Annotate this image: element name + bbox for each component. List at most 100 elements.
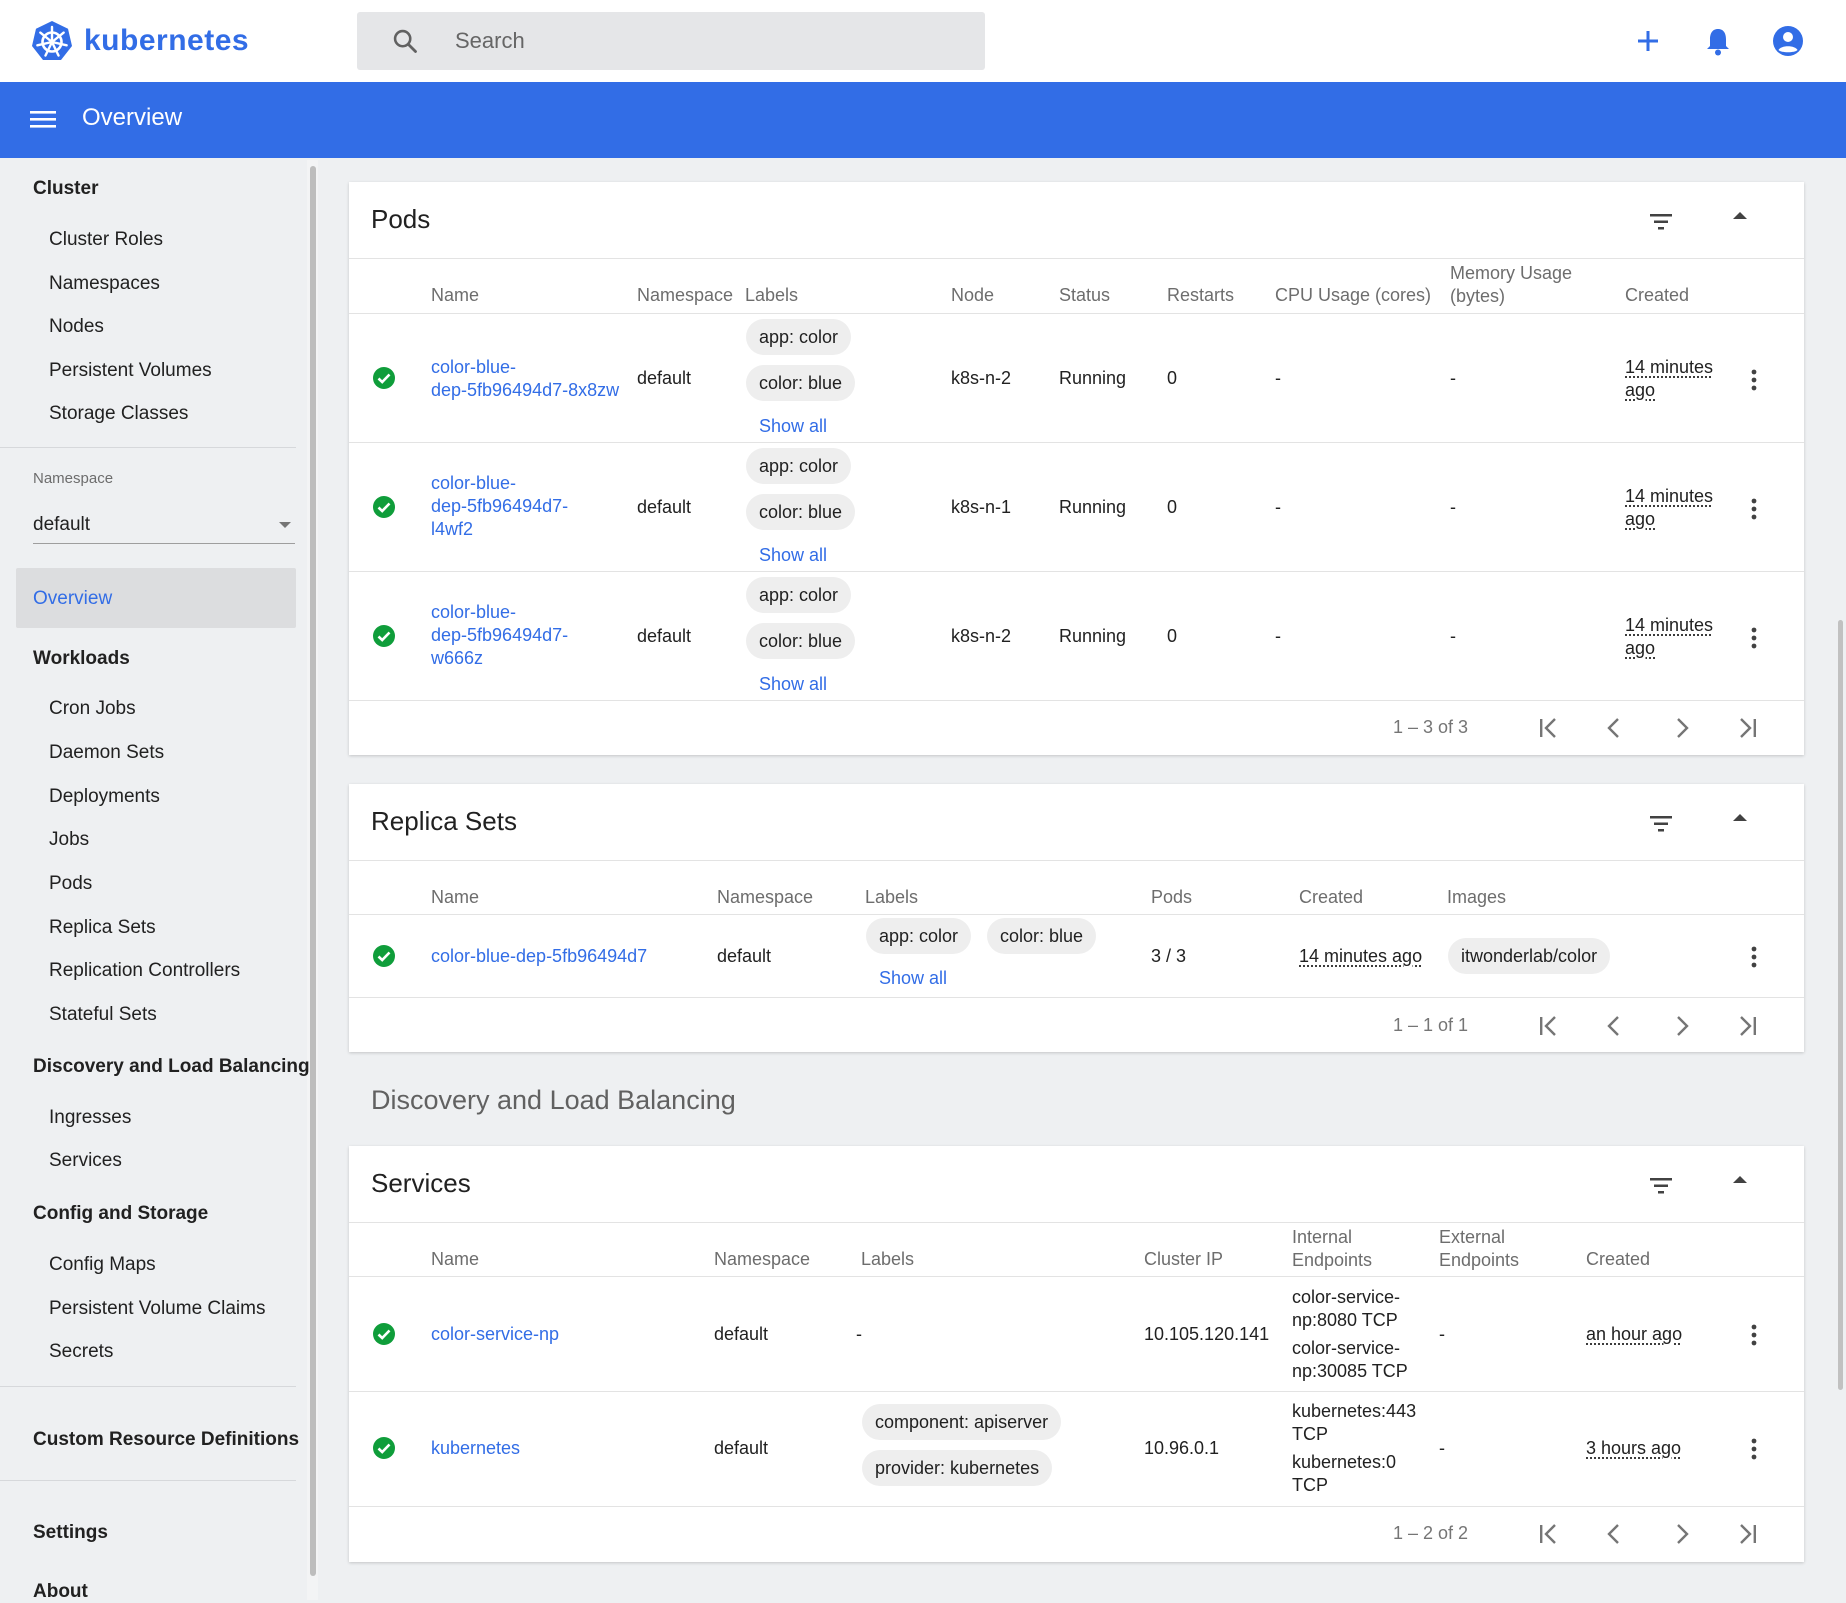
check-circle-icon — [373, 1323, 395, 1345]
show-all-link[interactable]: Show all — [759, 673, 827, 696]
first-page-icon[interactable] — [1535, 714, 1563, 742]
pod-name-link[interactable]: dep-5fb96494d7- — [431, 624, 568, 647]
sidebar-item-daemon-sets[interactable]: Daemon Sets — [49, 742, 164, 764]
pod-name-link[interactable]: l4wf2 — [431, 518, 473, 541]
brand[interactable]: kubernetes — [30, 18, 249, 64]
col-created[interactable]: Created — [1625, 284, 1689, 307]
replica-set-pods: 3 / 3 — [1151, 946, 1187, 966]
sidebar-item-persistent-volume-claims[interactable]: Persistent Volume Claims — [49, 1298, 265, 1320]
col-status[interactable]: Status — [1059, 284, 1110, 307]
kebab-icon[interactable] — [1751, 1323, 1757, 1347]
sidebar-item-secrets[interactable]: Secrets — [49, 1341, 113, 1363]
sidebar-item-overview[interactable]: Overview — [16, 568, 296, 628]
sidebar-item-deployments[interactable]: Deployments — [49, 786, 160, 808]
main-scrollbar-thumb[interactable] — [1838, 620, 1843, 1390]
sidebar-item-nodes[interactable]: Nodes — [49, 316, 104, 338]
prev-page-icon[interactable] — [1601, 1520, 1629, 1548]
prev-page-icon[interactable] — [1601, 1012, 1629, 1040]
kebab-icon[interactable] — [1751, 1437, 1757, 1461]
pod-name-link[interactable]: color-blue- — [431, 356, 516, 379]
col-created[interactable]: Created — [1299, 886, 1363, 909]
kebab-icon[interactable] — [1751, 368, 1757, 392]
sidebar-item-crd[interactable]: Custom Resource Definitions — [33, 1429, 299, 1451]
first-page-icon[interactable] — [1535, 1012, 1563, 1040]
sidebar-item-jobs[interactable]: Jobs — [49, 829, 89, 851]
pod-namespace: default — [637, 497, 692, 517]
menu-icon[interactable] — [28, 104, 58, 134]
next-page-icon[interactable] — [1667, 714, 1695, 742]
sidebar-item-cron-jobs[interactable]: Cron Jobs — [49, 698, 136, 720]
pod-name-link[interactable]: dep-5fb96494d7-8x8zw — [431, 379, 619, 402]
col-cpu[interactable]: CPU Usage (cores) — [1275, 284, 1431, 307]
col-memory-unit: (bytes) — [1450, 286, 1506, 306]
show-all-link[interactable]: Show all — [759, 544, 827, 567]
chevron-up-icon[interactable] — [1733, 1176, 1747, 1183]
sidebar-item-persistent-volumes[interactable]: Persistent Volumes — [49, 360, 212, 382]
sidebar-item-pods[interactable]: Pods — [49, 873, 92, 895]
kebab-icon[interactable] — [1751, 945, 1757, 969]
last-page-icon[interactable] — [1733, 1012, 1761, 1040]
sidebar-head-discovery[interactable]: Discovery and Load Balancing — [33, 1056, 310, 1078]
sidebar-item-replication-controllers[interactable]: Replication Controllers — [49, 960, 240, 982]
pod-name-link[interactable]: color-blue- — [431, 472, 516, 495]
service-name-link[interactable]: color-service-np — [431, 1323, 559, 1346]
col-created[interactable]: Created — [1586, 1248, 1650, 1271]
col-name[interactable]: Name — [431, 1248, 479, 1271]
sidebar-item-config-maps[interactable]: Config Maps — [49, 1254, 156, 1276]
col-namespace[interactable]: Namespace — [714, 1248, 810, 1271]
kebab-icon[interactable] — [1751, 626, 1757, 650]
replica-set-name-link[interactable]: color-blue-dep-5fb96494d7 — [431, 945, 647, 968]
pod-name-link[interactable]: dep-5fb96494d7- — [431, 495, 568, 518]
check-circle-icon — [373, 625, 395, 647]
pod-cpu: - — [1275, 626, 1281, 646]
filter-icon[interactable] — [1647, 810, 1675, 838]
sidebar-item-stateful-sets[interactable]: Stateful Sets — [49, 1004, 157, 1026]
filter-icon[interactable] — [1647, 1172, 1675, 1200]
col-node[interactable]: Node — [951, 284, 994, 307]
sidebar-item-ingresses[interactable]: Ingresses — [49, 1107, 131, 1129]
sidebar-scrollbar-thumb[interactable] — [310, 166, 316, 1576]
next-page-icon[interactable] — [1667, 1012, 1695, 1040]
service-internal-endpoint: np:30085 TCP — [1292, 1361, 1408, 1381]
last-page-icon[interactable] — [1733, 714, 1761, 742]
filter-icon[interactable] — [1647, 208, 1675, 236]
prev-page-icon[interactable] — [1601, 714, 1629, 742]
col-name[interactable]: Name — [431, 284, 479, 307]
pod-name-link[interactable]: color-blue- — [431, 601, 516, 624]
pod-name-link[interactable]: w666z — [431, 647, 483, 670]
col-name[interactable]: Name — [431, 886, 479, 909]
sidebar-head-workloads[interactable]: Workloads — [33, 648, 130, 670]
next-page-icon[interactable] — [1667, 1520, 1695, 1548]
account-button[interactable] — [1770, 23, 1806, 59]
col-memory[interactable]: Memory Usage — [1450, 262, 1572, 285]
namespace-value: default — [33, 514, 91, 535]
col-restarts[interactable]: Restarts — [1167, 284, 1234, 307]
sidebar-item-settings[interactable]: Settings — [33, 1522, 108, 1544]
col-labels: Labels — [745, 285, 799, 305]
sidebar-head-cluster[interactable]: Cluster — [33, 178, 98, 200]
service-name-link[interactable]: kubernetes — [431, 1437, 520, 1460]
col-cluster-ip: Cluster IP — [1144, 1249, 1224, 1269]
create-button[interactable] — [1630, 23, 1666, 59]
kebab-icon[interactable] — [1751, 497, 1757, 521]
last-page-icon[interactable] — [1733, 1520, 1761, 1548]
sidebar-item-replica-sets[interactable]: Replica Sets — [49, 917, 156, 939]
col-namespace[interactable]: Namespace — [717, 886, 813, 909]
show-all-link[interactable]: Show all — [759, 415, 827, 438]
notifications-button[interactable] — [1700, 23, 1736, 59]
namespace-select[interactable]: default — [33, 506, 295, 544]
search-input[interactable] — [453, 22, 953, 60]
chevron-up-icon[interactable] — [1733, 212, 1747, 219]
chevron-up-icon[interactable] — [1733, 814, 1747, 821]
label-chip: app: color — [746, 448, 852, 484]
sidebar-item-storage-classes[interactable]: Storage Classes — [49, 403, 188, 425]
show-all-link[interactable]: Show all — [879, 967, 947, 990]
first-page-icon[interactable] — [1535, 1520, 1563, 1548]
sidebar-head-config[interactable]: Config and Storage — [33, 1203, 208, 1225]
sidebar-item-cluster-roles[interactable]: Cluster Roles — [49, 229, 163, 251]
pod-node: k8s-n-2 — [951, 368, 1012, 388]
sidebar-item-namespaces[interactable]: Namespaces — [49, 273, 160, 295]
search-box[interactable] — [357, 12, 985, 70]
sidebar-item-services[interactable]: Services — [49, 1150, 122, 1172]
col-namespace[interactable]: Namespace — [637, 284, 733, 307]
